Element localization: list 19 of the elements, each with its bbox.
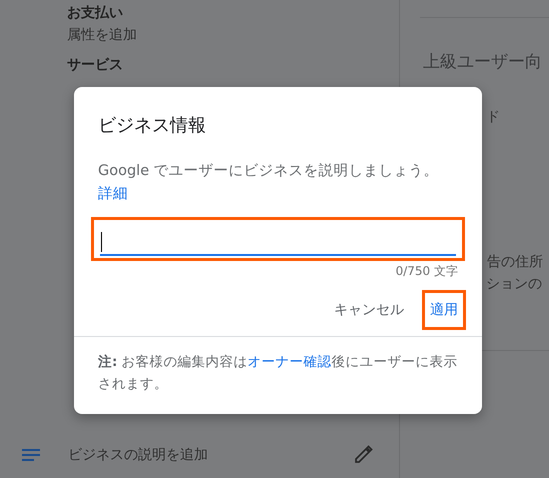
details-link[interactable]: 詳細	[98, 184, 128, 203]
apply-button[interactable]: 適用	[422, 290, 466, 330]
panel-text: ド	[486, 108, 500, 126]
menu-icon	[21, 448, 41, 462]
add-description-label: ビジネスの説明を追加	[68, 446, 209, 464]
dialog-title: ビジネス情報	[98, 114, 206, 137]
note-text: 注: お客様の編集内容はオーナー確認後にユーザーに表示されます。	[98, 353, 458, 394]
character-counter: 0/750 文字	[396, 263, 458, 280]
panel-text: ションの	[486, 275, 542, 293]
description-field[interactable]	[91, 217, 465, 261]
attribute-title: お支払い	[67, 4, 124, 22]
add-attribute-link[interactable]: 属性を追加	[67, 26, 399, 44]
owner-verification-link[interactable]: オーナー確認	[248, 354, 332, 370]
panel-text: 告の住所	[487, 253, 543, 271]
attribute-title: サービス	[67, 56, 124, 74]
pencil-icon[interactable]	[353, 445, 373, 465]
dialog-description: Google でユーザーにビジネスを説明しましょう。	[98, 163, 439, 179]
cancel-button[interactable]: キャンセル	[326, 290, 412, 330]
panel-heading: 上級ユーザー向	[423, 51, 542, 73]
